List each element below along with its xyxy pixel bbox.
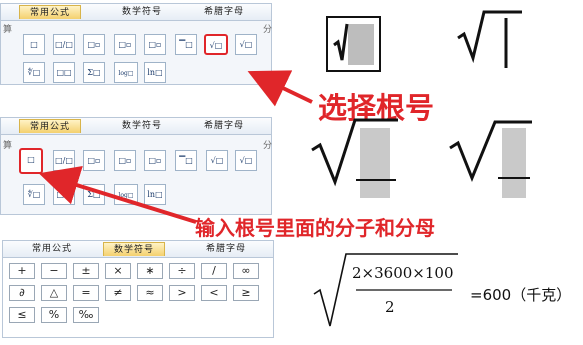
formula-numerator: 2×3600×100 [352,264,454,282]
input-root-annotation: 输入根号里面的分子和分母 [195,216,435,240]
formula-result: =600（千克） [470,286,572,304]
radical-illustrations [311,10,532,198]
formula-denominator: 2 [385,298,395,316]
arrow-to-fraction [38,165,197,224]
